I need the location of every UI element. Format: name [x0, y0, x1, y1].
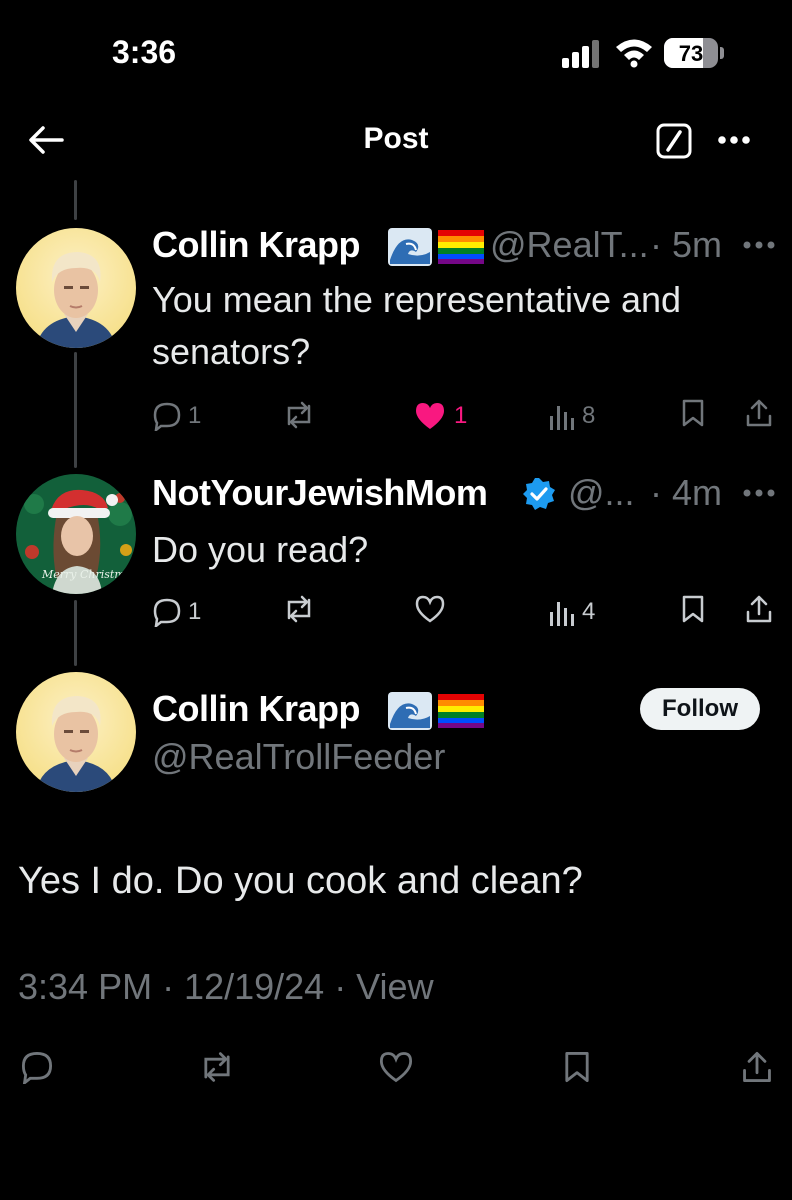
avatar-caption: Merry Christmas	[41, 568, 136, 581]
author-handle[interactable]: @...	[568, 472, 635, 514]
post-age: · 5m	[650, 224, 722, 265]
reply-button[interactable]: 1	[152, 396, 201, 436]
verified-badge-icon	[523, 478, 555, 510]
like-count: 1	[454, 402, 468, 429]
bookmark-icon[interactable]	[562, 1050, 592, 1084]
more-options-icon[interactable]	[742, 488, 776, 498]
rainbow-flag-icon	[438, 694, 484, 728]
post-text: Yes I do. Do you cook and clean?	[18, 860, 583, 902]
author-name[interactable]: Collin Krapp	[152, 688, 361, 730]
author-handle[interactable]: @RealTrollFeeder	[152, 736, 445, 778]
author-name[interactable]: Collin Krapp	[152, 224, 361, 266]
follow-button[interactable]: Follow	[640, 688, 760, 730]
heart-icon[interactable]	[378, 1050, 414, 1084]
avatar[interactable]	[16, 672, 136, 792]
author-emoji	[388, 228, 484, 266]
author-name[interactable]: NotYourJewishMom	[152, 472, 488, 514]
battery-nub	[720, 47, 724, 59]
battery-percent: 73	[678, 41, 704, 66]
thread-line	[74, 180, 77, 220]
status-time: 3:36	[112, 34, 177, 70]
reply-count: 1	[188, 402, 202, 429]
views-icon	[550, 602, 574, 626]
grok-icon[interactable]	[656, 123, 692, 159]
reply-text: You mean the representative and senators…	[152, 279, 682, 372]
share-icon[interactable]	[744, 398, 774, 428]
post-meta[interactable]: 3:34 PM · 12/19/24 · View	[18, 966, 434, 1008]
share-icon[interactable]	[740, 1050, 774, 1084]
heart-icon[interactable]	[414, 594, 446, 624]
heart-filled-icon	[416, 403, 444, 429]
bookmark-icon[interactable]	[680, 594, 706, 624]
share-icon[interactable]	[744, 594, 774, 624]
reply-count: 1	[188, 598, 202, 625]
bookmark-icon[interactable]	[680, 398, 706, 428]
thread-line	[74, 352, 77, 468]
reply-icon	[153, 598, 181, 627]
avatar[interactable]	[16, 228, 136, 348]
avatar[interactable]: Merry Christmas	[16, 474, 136, 594]
repost-icon[interactable]	[198, 1050, 236, 1084]
more-options-icon[interactable]	[742, 240, 776, 250]
post-age: · 4m	[650, 472, 722, 513]
reply-button[interactable]: 1	[152, 592, 201, 632]
wave-icon	[388, 692, 432, 730]
thread-line	[74, 600, 77, 666]
views-button[interactable]: 4	[548, 592, 595, 632]
repost-icon[interactable]	[282, 594, 316, 624]
reply-icon[interactable]	[20, 1050, 54, 1084]
repost-icon[interactable]	[282, 400, 316, 430]
reply-icon	[153, 402, 181, 431]
wifi-icon	[616, 39, 652, 68]
wave-icon	[388, 228, 432, 266]
like-button[interactable]: 1	[414, 396, 467, 436]
more-options-icon[interactable]	[714, 124, 754, 156]
views-icon	[550, 406, 574, 430]
views-button[interactable]: 8	[548, 396, 595, 436]
rainbow-flag-icon	[438, 230, 484, 264]
reply-text: Do you read?	[152, 529, 369, 570]
views-count: 4	[582, 598, 596, 625]
cellular-signal-icon	[562, 40, 602, 68]
author-handle[interactable]: @RealT...	[490, 224, 649, 266]
views-count: 8	[582, 402, 596, 429]
battery-icon: 73	[664, 38, 718, 68]
author-emoji	[388, 692, 484, 730]
